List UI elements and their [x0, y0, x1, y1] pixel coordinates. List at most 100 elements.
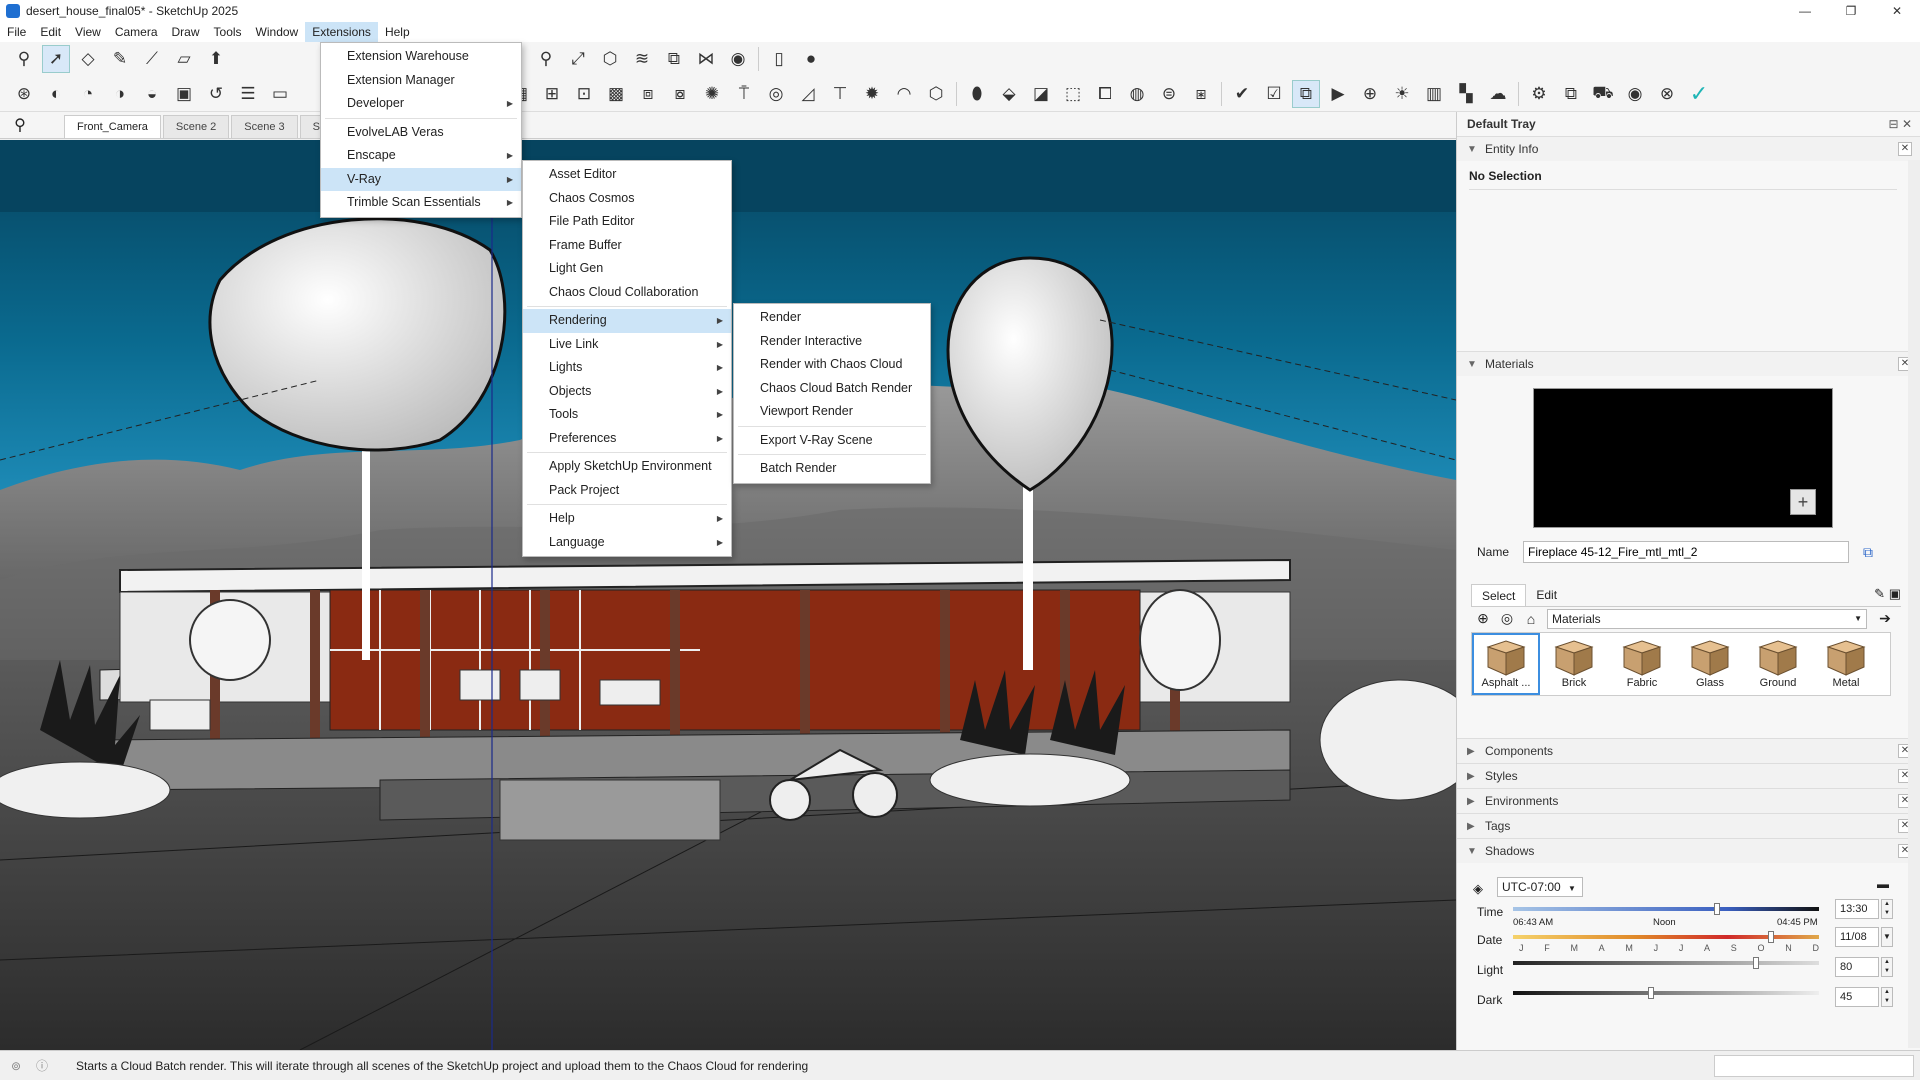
- menu-item-render-with-chaos-cloud[interactable]: Render with Chaos Cloud: [734, 353, 930, 377]
- geo-location-icon[interactable]: ⊚: [6, 1056, 26, 1076]
- date-dropdown[interactable]: ▼: [1881, 927, 1893, 947]
- cylinder-icon[interactable]: ⊜: [1155, 80, 1183, 108]
- viewport-icon[interactable]: ▭: [266, 80, 294, 108]
- layout-icon[interactable]: ⧉: [660, 45, 688, 73]
- menu-item-developer[interactable]: Developer ▶: [321, 92, 521, 116]
- material-swatch[interactable]: Fabric: [1608, 633, 1676, 695]
- zoom-icon[interactable]: ⚲: [532, 45, 560, 73]
- home-icon[interactable]: ⌂: [1519, 611, 1543, 627]
- menu-item-rendering[interactable]: Rendering ▶: [523, 309, 731, 333]
- camera-icon[interactable]: ⧆: [1187, 80, 1215, 108]
- tab-scene-3[interactable]: Scene 3: [231, 115, 298, 138]
- light-slider-thumb[interactable]: [1753, 957, 1759, 969]
- menu-item-extension-warehouse[interactable]: Extension Warehouse: [321, 45, 521, 69]
- material-swatch[interactable]: Glass: [1676, 633, 1744, 695]
- material-swatch[interactable]: Asphalt ...: [1472, 633, 1540, 695]
- extension-icon[interactable]: ≋: [628, 45, 656, 73]
- push-pull-icon[interactable]: ⬆: [202, 45, 230, 73]
- interactive-render-icon[interactable]: ◔: [74, 80, 102, 108]
- info-icon[interactable]: ⓘ: [32, 1056, 52, 1076]
- menu-help[interactable]: Help: [378, 22, 417, 42]
- menu-item-tools[interactable]: Tools ▶: [523, 403, 731, 427]
- mesh-light-icon[interactable]: ⬡: [922, 80, 950, 108]
- library-select[interactable]: Materials ▼: [1547, 608, 1867, 629]
- menu-item-render[interactable]: Render: [734, 306, 930, 330]
- dark-slider-thumb[interactable]: [1648, 987, 1654, 999]
- material-name-field[interactable]: [1523, 541, 1849, 563]
- tab-edit[interactable]: Edit: [1526, 584, 1567, 606]
- fur-icon[interactable]: ⬮: [963, 80, 991, 108]
- group-icon[interactable]: ⧇: [666, 80, 694, 108]
- vray-logo-icon[interactable]: ⊛: [10, 80, 38, 108]
- material-swatch[interactable]: Metal: [1812, 633, 1880, 695]
- menu-item-light-gen[interactable]: Light Gen: [523, 257, 731, 281]
- ies-light-icon[interactable]: ⊤: [826, 80, 854, 108]
- menu-file[interactable]: File: [0, 22, 33, 42]
- menu-draw[interactable]: Draw: [165, 22, 207, 42]
- box-iso-icon[interactable]: ⬚: [1059, 80, 1087, 108]
- menu-item-vray[interactable]: V-Ray ▶: [321, 167, 521, 191]
- tab-front-camera[interactable]: Front_Camera: [64, 115, 161, 138]
- menu-item-pack-project[interactable]: Pack Project: [523, 479, 731, 503]
- materials-check-icon[interactable]: ✔: [1228, 80, 1256, 108]
- minimize-button[interactable]: —: [1782, 0, 1828, 22]
- menu-item-export-vray-scene[interactable]: Export V-Ray Scene: [734, 429, 930, 453]
- eraser-icon[interactable]: ◇: [74, 45, 102, 73]
- account-icon[interactable]: ●: [797, 45, 825, 73]
- proxy-icon[interactable]: ⧈: [634, 80, 662, 108]
- check-logo-icon[interactable]: ✓: [1685, 80, 1713, 108]
- tile-icon[interactable]: ▩: [602, 80, 630, 108]
- warehouse-icon[interactable]: ⬡: [596, 45, 624, 73]
- eyedropper-icon[interactable]: ✎: [1874, 586, 1885, 601]
- select-tool-icon[interactable]: ➚: [42, 45, 70, 73]
- settings-icon[interactable]: ⚙: [1525, 80, 1553, 108]
- sun-icon[interactable]: ✹: [858, 80, 886, 108]
- tray-scrollbar[interactable]: [1908, 160, 1920, 1048]
- light-field[interactable]: 80: [1835, 957, 1879, 977]
- scatter-icon[interactable]: ⬙: [995, 80, 1023, 108]
- shadow-toggle-icon[interactable]: ◈: [1473, 881, 1483, 897]
- trash-icon[interactable]: ▣: [1889, 586, 1901, 601]
- menu-item-live-link[interactable]: Live Link ▶: [523, 333, 731, 357]
- menu-item-objects[interactable]: Objects ▶: [523, 380, 731, 404]
- sphere-light-icon[interactable]: ◎: [762, 80, 790, 108]
- add-material-icon[interactable]: ⊕: [1471, 610, 1495, 627]
- render-icon[interactable]: ◐: [42, 80, 70, 108]
- time-slider[interactable]: [1513, 903, 1819, 915]
- components-header[interactable]: ▶ Components ✕: [1457, 738, 1920, 763]
- menu-item-enscape[interactable]: Enscape ▶: [321, 144, 521, 168]
- measurements-box[interactable]: [1714, 1055, 1914, 1077]
- timezone-select[interactable]: UTC-07:00 ▼: [1497, 877, 1583, 897]
- details-arrow-icon[interactable]: ➔: [1873, 610, 1897, 627]
- time-field[interactable]: 13:30: [1835, 899, 1879, 919]
- info-check-icon[interactable]: ☑: [1260, 80, 1288, 108]
- menu-item-frame-buffer[interactable]: Frame Buffer: [523, 234, 731, 258]
- section-icon[interactable]: ⊡: [570, 80, 598, 108]
- profile-icon[interactable]: ◉: [724, 45, 752, 73]
- menu-item-chaos-cloud-collaboration[interactable]: Chaos Cloud Collaboration: [523, 281, 731, 305]
- refresh-icon[interactable]: ↺: [202, 80, 230, 108]
- menu-item-chaos-cloud-batch-render[interactable]: Chaos Cloud Batch Render: [734, 377, 930, 401]
- menu-view[interactable]: View: [68, 22, 108, 42]
- cloud-icon[interactable]: ☁: [1484, 80, 1512, 108]
- close-window-button[interactable]: ✕: [1874, 0, 1920, 22]
- checker-icon[interactable]: ▚: [1452, 80, 1480, 108]
- menu-item-lights[interactable]: Lights ▶: [523, 356, 731, 380]
- menu-extensions[interactable]: Extensions: [305, 22, 378, 42]
- scenes-icon[interactable]: ⧉: [1292, 79, 1320, 108]
- menu-item-help[interactable]: Help ▶: [523, 507, 731, 531]
- spot-light-icon[interactable]: ⍑: [730, 80, 758, 108]
- shadows-header[interactable]: ▼ Shadows ✕: [1457, 838, 1920, 863]
- date-field[interactable]: 11/08: [1835, 927, 1879, 947]
- menu-camera[interactable]: Camera: [108, 22, 165, 42]
- user-icon[interactable]: ◉: [1621, 80, 1649, 108]
- cart-icon[interactable]: ⛟: [1589, 80, 1617, 108]
- asset-editor-icon[interactable]: ▣: [170, 80, 198, 108]
- menu-tools[interactable]: Tools: [207, 22, 249, 42]
- frame-buffer-icon[interactable]: ◒: [138, 80, 166, 108]
- entity-info-header[interactable]: ▼ Entity Info ✕: [1457, 136, 1920, 161]
- menu-item-render-interactive[interactable]: Render Interactive: [734, 330, 930, 354]
- panel-close-icon[interactable]: ✕: [1898, 142, 1912, 156]
- box-front-icon[interactable]: ⧠: [1091, 80, 1119, 108]
- maximize-button[interactable]: ❐: [1828, 0, 1874, 22]
